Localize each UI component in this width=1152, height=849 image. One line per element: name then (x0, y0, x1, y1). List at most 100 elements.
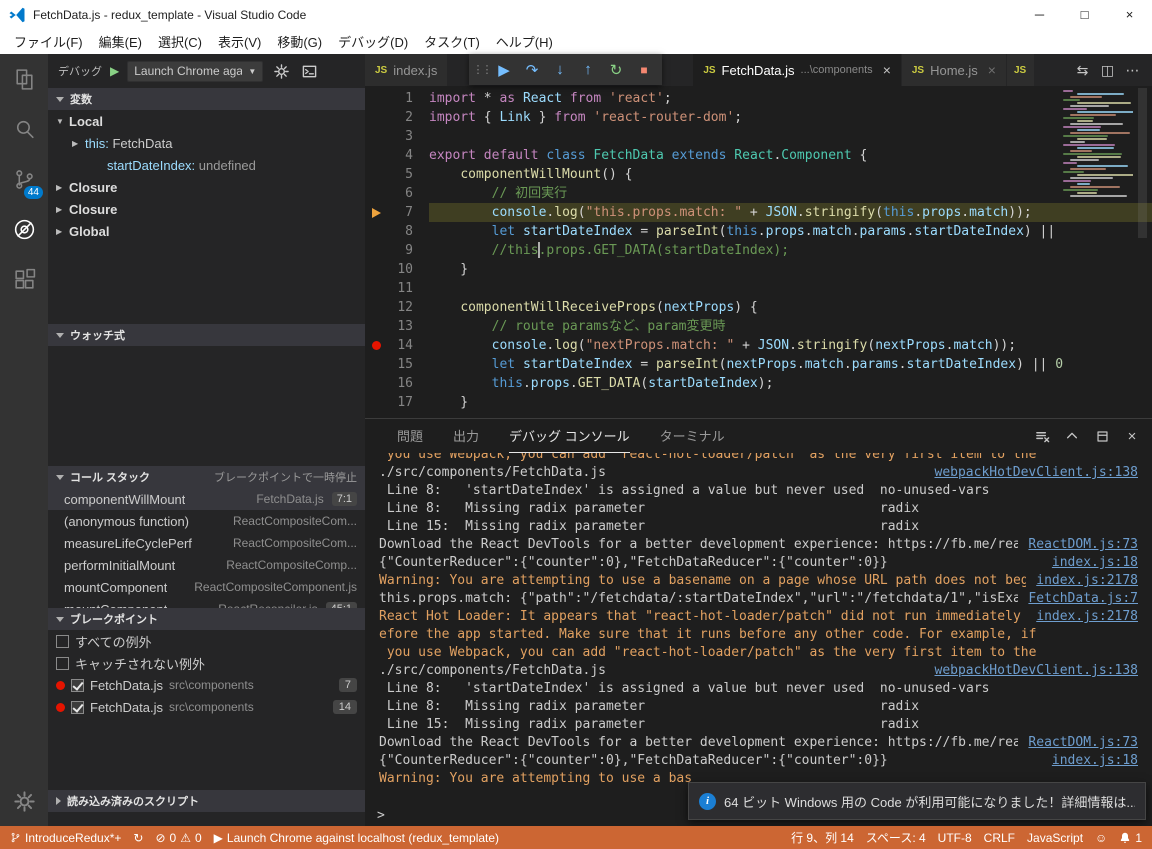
breakpoint-margin[interactable] (365, 393, 387, 412)
variables-section-header[interactable]: 変数 (48, 88, 365, 110)
sync-button[interactable]: ↻ (127, 826, 149, 849)
minimize-button[interactable]: ─ (1017, 0, 1062, 29)
cursor-position-indicator[interactable]: 行 9、列 14 (785, 826, 860, 849)
code-text[interactable]: } (429, 260, 1152, 279)
breakpoint-margin[interactable] (365, 165, 387, 184)
loaded-scripts-section-header[interactable]: 読み込み済みのスクリプト (48, 790, 365, 812)
git-branch-indicator[interactable]: IntroduceRedux*+ (4, 826, 127, 849)
panel-tab[interactable]: 問題 (397, 419, 423, 453)
close-button[interactable]: × (1107, 0, 1152, 29)
indentation-indicator[interactable]: スペース: 4 (860, 826, 932, 849)
menu-item[interactable]: 表示(V) (210, 29, 269, 54)
maximize-button[interactable]: □ (1062, 0, 1107, 29)
code-text[interactable]: componentWillMount() { (429, 165, 1152, 184)
variable-row[interactable]: ▶Global (48, 220, 365, 242)
maximize-panel-icon[interactable] (1062, 426, 1082, 446)
restart-button[interactable]: ↻ (603, 57, 629, 83)
menu-item[interactable]: デバッグ(D) (330, 29, 416, 54)
console-source-link[interactable]: index.js:2178 (1036, 608, 1138, 626)
console-source-link[interactable]: index.js:18 (1052, 752, 1138, 770)
menu-item[interactable]: 選択(C) (150, 29, 210, 54)
breakpoint-margin[interactable] (365, 336, 387, 355)
variable-row[interactable]: startDateIndex: undefined (48, 154, 365, 176)
activity-explorer-button[interactable] (0, 54, 48, 104)
menu-item[interactable]: 移動(G) (269, 29, 330, 54)
code-text[interactable]: componentWillReceiveProps(nextProps) { (429, 298, 1152, 317)
console-source-link[interactable]: ReactDOM.js:73 (1028, 536, 1138, 554)
more-actions-icon[interactable]: ⋯ (1121, 59, 1144, 82)
start-debug-button[interactable]: ▶ (110, 64, 119, 78)
menu-item[interactable]: タスク(T) (416, 29, 488, 54)
code-text[interactable]: //this.props.GET_DATA(startDateIndex); (429, 241, 1152, 260)
debug-launch-indicator[interactable]: ▶ Launch Chrome against localhost (redux… (208, 826, 505, 849)
notifications-bell[interactable]: 1 (1113, 826, 1148, 849)
menu-item[interactable]: ファイル(F) (6, 29, 91, 54)
tab-close-icon[interactable]: × (883, 62, 891, 78)
variable-row[interactable]: ▶Closure (48, 176, 365, 198)
activity-extensions-button[interactable] (0, 254, 48, 304)
call-stack-frame[interactable]: componentWillMountFetchData.js7:1 (48, 488, 365, 510)
debug-config-dropdown[interactable]: Launch Chrome agair ▼ (127, 61, 263, 82)
console-source-link[interactable]: webpackHotDevClient.js:138 (935, 662, 1139, 680)
debug-console-toggle-button[interactable] (299, 61, 319, 81)
panel-tab[interactable]: デバッグ コンソール (509, 419, 630, 453)
editor-tab[interactable]: JSHome.js× (902, 54, 1007, 86)
editor-scrollbar[interactable] (1133, 86, 1152, 418)
console-source-link[interactable]: index.js:18 (1052, 554, 1138, 572)
breakpoint-margin[interactable] (365, 222, 387, 241)
code-text[interactable]: let startDateIndex = parseInt(nextProps.… (429, 355, 1152, 374)
breakpoint-margin[interactable] (365, 203, 387, 222)
breakpoint-margin[interactable] (365, 260, 387, 279)
feedback-smiley[interactable]: ☺ (1089, 826, 1113, 849)
step-out-button[interactable]: ↑ (575, 57, 601, 83)
breakpoint-margin[interactable] (365, 317, 387, 336)
call-stack-frame[interactable]: mountComponentReactCompositeComponent.js (48, 576, 365, 598)
notification-toast[interactable]: i 64 ビット Windows 用の Code が利用可能になりました！詳細情… (688, 782, 1146, 820)
breakpoint-margin[interactable] (365, 298, 387, 317)
code-text[interactable]: console.log("nextProps.match: " + JSON.s… (429, 336, 1152, 355)
language-mode-indicator[interactable]: JavaScript (1021, 826, 1089, 849)
call-stack-section-header[interactable]: コール スタック ブレークポイントで一時停止 (48, 466, 365, 488)
minimap[interactable] (1061, 90, 1133, 410)
console-source-link[interactable]: ReactDOM.js:73 (1028, 734, 1138, 752)
breakpoint-margin[interactable] (365, 355, 387, 374)
call-stack-frame[interactable]: (anonymous function)ReactCompositeCom... (48, 510, 365, 532)
code-text[interactable]: console.log("this.props.match: " + JSON.… (429, 203, 1152, 222)
encoding-indicator[interactable]: UTF-8 (932, 826, 978, 849)
editor-tab[interactable]: JSFetchData.js...\components× (693, 54, 902, 86)
breakpoint-margin[interactable] (365, 127, 387, 146)
breakpoint-margin[interactable] (365, 146, 387, 165)
console-source-link[interactable]: webpackHotDevClient.js:138 (935, 464, 1139, 482)
code-text[interactable]: // 初回実行 (429, 184, 1152, 203)
breakpoint-margin[interactable] (365, 108, 387, 127)
code-text[interactable] (429, 279, 1152, 298)
watch-section-header[interactable]: ウォッチ式 (48, 324, 365, 346)
breakpoint-row[interactable]: すべての例外 (48, 630, 365, 652)
panel-tab[interactable]: 出力 (453, 419, 479, 453)
variable-row[interactable]: ▶this: FetchData (48, 132, 365, 154)
configure-launch-gear-button[interactable] (271, 61, 291, 81)
settings-gear-button[interactable] (0, 776, 48, 826)
step-into-button[interactable]: ↓ (547, 57, 573, 83)
breakpoint-margin[interactable] (365, 279, 387, 298)
activity-search-button[interactable] (0, 104, 48, 154)
activity-source-control-button[interactable]: 44 (0, 154, 48, 204)
problems-indicator[interactable]: ⊘ 0 ⚠ 0 (149, 826, 207, 849)
breakpoint-margin[interactable] (365, 89, 387, 108)
code-text[interactable]: import * as React from 'react'; (429, 89, 1152, 108)
menu-item[interactable]: 編集(E) (91, 29, 150, 54)
editor-tab[interactable]: JSindex.js (365, 54, 448, 86)
breakpoint-margin[interactable] (365, 374, 387, 393)
code-text[interactable]: // route paramsなど、param変更時 (429, 317, 1152, 336)
stop-button[interactable]: ■ (631, 57, 657, 83)
drag-handle[interactable]: ⋮⋮ (474, 57, 489, 83)
clear-console-icon[interactable] (1032, 426, 1052, 446)
editor-tab[interactable]: JS (1007, 54, 1035, 86)
activity-debug-button[interactable] (0, 204, 48, 254)
continue-button[interactable]: ▶ (491, 57, 517, 83)
code-text[interactable]: import { Link } from 'react-router-dom'; (429, 108, 1152, 127)
code-text[interactable]: this.props.GET_DATA(startDateIndex); (429, 374, 1152, 393)
code-text[interactable]: export default class FetchData extends R… (429, 146, 1152, 165)
breakpoint-checkbox[interactable] (71, 701, 84, 714)
split-editor-icon[interactable]: ◫ (1096, 59, 1119, 82)
